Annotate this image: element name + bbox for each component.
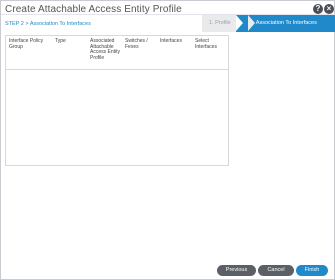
table-header: Interface Policy Group Type Associated A… <box>6 36 228 70</box>
column-header-type[interactable]: Type <box>55 38 85 45</box>
column-header-interface-policy-group[interactable]: Interface Policy Group <box>9 38 53 50</box>
create-aaep-dialog: Create Attachable Access Entity Profile … <box>0 0 335 280</box>
step-heading: STEP 2 > Association To Interfaces <box>5 21 91 27</box>
close-icon[interactable]: × <box>324 4 334 14</box>
previous-button[interactable]: Previous <box>217 265 256 276</box>
wizard-step-label: 2. Association To Interfaces <box>250 20 317 26</box>
column-header-interfaces[interactable]: Interfaces <box>160 38 192 45</box>
cancel-button[interactable]: Cancel <box>258 265 294 276</box>
wizard-steps: 1. Profile 2. Association To Interfaces <box>202 15 335 32</box>
help-icon[interactable]: ? <box>313 4 323 14</box>
interfaces-table: Interface Policy Group Type Associated A… <box>5 35 229 166</box>
wizard-step-label: 1. Profile <box>209 20 231 26</box>
column-header-select-interfaces[interactable]: Select Interfaces <box>195 38 227 50</box>
dialog-footer: Previous Cancel Finish <box>1 260 335 280</box>
finish-button[interactable]: Finish <box>296 265 328 276</box>
column-header-associated-aaep[interactable]: Associated Attachable Access Entity Prof… <box>90 38 122 61</box>
column-header-switches-fexes[interactable]: Switches / Fexes <box>125 38 157 50</box>
